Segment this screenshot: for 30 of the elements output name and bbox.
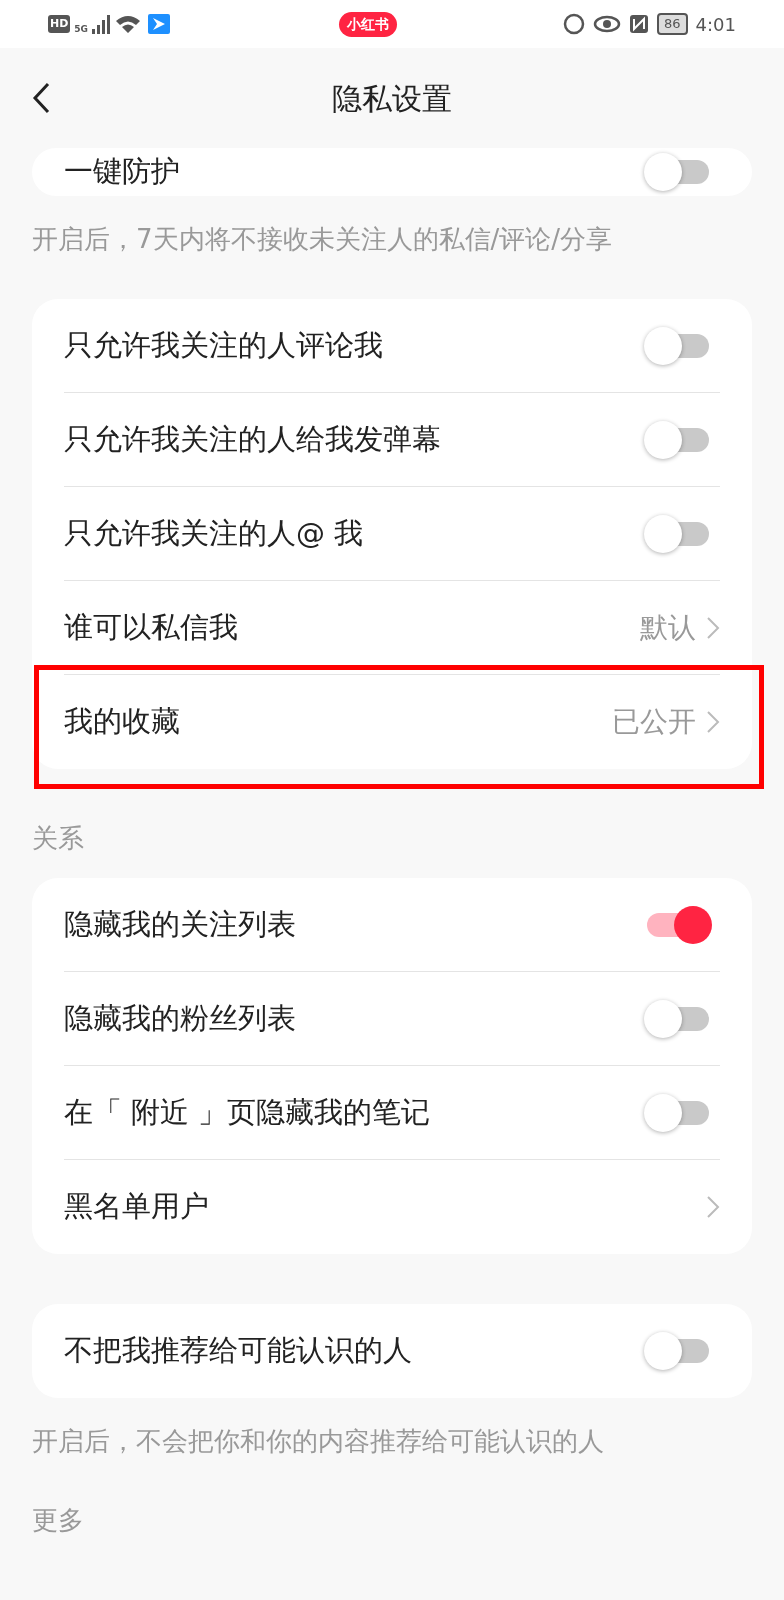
setting-label: 隐藏我的关注列表 bbox=[64, 905, 297, 943]
hint-text: 开启后，不会把你和你的内容推荐给可能认识的人 bbox=[31, 1425, 605, 1458]
section-title: 关系 bbox=[31, 822, 85, 855]
setting-label: 我的收藏 bbox=[64, 703, 181, 741]
hint-text: 开启后，7天内将不接收未关注人的私信/评论/分享 bbox=[31, 223, 614, 256]
setting-label: 在「 附近 」页隐藏我的笔记 bbox=[64, 1093, 432, 1131]
page-title: 隐私设置 bbox=[332, 79, 452, 118]
circle-icon bbox=[563, 13, 586, 35]
app-badge: 小红书 bbox=[338, 11, 397, 37]
battery-level: 86 bbox=[657, 13, 688, 35]
chevron-icon bbox=[706, 615, 720, 640]
network-label: 5G bbox=[74, 23, 88, 37]
chevron-icon bbox=[706, 1195, 720, 1219]
setting-value: 默认 bbox=[640, 609, 696, 646]
setting-label: 只允许我关注的人给我发弹幕 bbox=[64, 420, 442, 458]
chevron-icon bbox=[706, 710, 720, 734]
setting-label: 不把我推荐给可能认识的人 bbox=[64, 1332, 413, 1370]
eye-icon bbox=[593, 13, 622, 35]
setting-label: 只允许我关注的人评论我 bbox=[64, 326, 384, 364]
setting-value: 已公开 bbox=[612, 704, 696, 740]
section-title: 更多 bbox=[31, 1504, 85, 1537]
setting-label: 谁可以私信我 bbox=[64, 608, 239, 646]
nfc-icon bbox=[629, 13, 650, 35]
clock: 4:01 bbox=[695, 12, 736, 37]
setting-label: 隐藏我的粉丝列表 bbox=[64, 999, 297, 1037]
hd-indicator: HD bbox=[48, 14, 71, 34]
setting-label: 黑名单用户 bbox=[64, 1188, 210, 1226]
back-icon[interactable] bbox=[32, 82, 52, 114]
setting-label: 一键防护 bbox=[64, 153, 181, 191]
setting-label: 只允许我关注的人@ 我 bbox=[64, 514, 365, 552]
